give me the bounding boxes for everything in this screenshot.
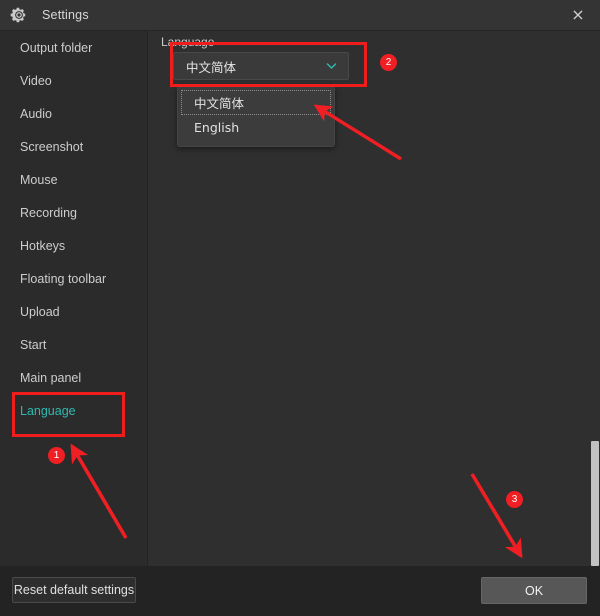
sidebar-item-label: Recording bbox=[20, 205, 77, 220]
sidebar-item-label: Audio bbox=[20, 106, 52, 121]
chevron-down-icon bbox=[326, 63, 337, 69]
sidebar-item-screenshot[interactable]: Screenshot bbox=[0, 130, 147, 163]
sidebar-item-label: Upload bbox=[20, 304, 60, 319]
settings-content-panel: Language 中文简体 中文简体 English bbox=[148, 31, 600, 566]
sidebar-item-language[interactable]: Language bbox=[0, 394, 147, 427]
ok-button[interactable]: OK bbox=[481, 577, 587, 604]
sidebar-item-label: Main panel bbox=[20, 370, 82, 385]
language-combobox-value: 中文简体 bbox=[186, 59, 237, 75]
sidebar-item-label: Mouse bbox=[20, 172, 58, 187]
content-scrollbar-thumb[interactable] bbox=[591, 441, 599, 566]
sidebar-item-video[interactable]: Video bbox=[0, 64, 147, 97]
sidebar-item-label: Hotkeys bbox=[20, 238, 66, 253]
language-field-label: Language bbox=[161, 35, 215, 49]
sidebar-item-start[interactable]: Start bbox=[0, 328, 147, 361]
window-title: Settings bbox=[42, 8, 89, 22]
sidebar-item-recording[interactable]: Recording bbox=[0, 196, 147, 229]
dropdown-option-english[interactable]: English bbox=[181, 115, 331, 140]
reset-default-settings-button[interactable]: Reset default settings bbox=[12, 577, 136, 603]
sidebar-item-label: Start bbox=[20, 337, 47, 352]
sidebar-item-label: Language bbox=[20, 403, 76, 418]
dropdown-option-zh[interactable]: 中文简体 bbox=[181, 90, 331, 115]
gear-icon bbox=[10, 7, 26, 23]
sidebar-item-output-folder[interactable]: Output folder bbox=[0, 31, 147, 64]
settings-window: Settings × Output folder Video Audio Scr… bbox=[0, 0, 600, 616]
sidebar-item-floating-toolbar[interactable]: Floating toolbar bbox=[0, 262, 147, 295]
sidebar-item-label: Output folder bbox=[20, 40, 93, 55]
sidebar-item-mouse[interactable]: Mouse bbox=[0, 163, 147, 196]
footer-bar: Reset default settings OK bbox=[0, 566, 600, 616]
dropdown-option-label: English bbox=[194, 120, 240, 135]
language-dropdown-list: 中文简体 English bbox=[177, 85, 335, 147]
sidebar-item-upload[interactable]: Upload bbox=[0, 295, 147, 328]
sidebar-item-label: Video bbox=[20, 73, 52, 88]
language-combobox[interactable]: 中文简体 bbox=[173, 52, 349, 80]
content-scrollbar-track[interactable] bbox=[590, 31, 600, 566]
sidebar-item-hotkeys[interactable]: Hotkeys bbox=[0, 229, 147, 262]
sidebar-item-audio[interactable]: Audio bbox=[0, 97, 147, 130]
close-icon[interactable]: × bbox=[556, 0, 600, 30]
sidebar-item-label: Floating toolbar bbox=[20, 271, 107, 286]
title-bar: Settings × bbox=[0, 0, 600, 31]
sidebar: Output folder Video Audio Screenshot Mou… bbox=[0, 31, 148, 566]
dropdown-option-label: 中文简体 bbox=[194, 96, 245, 111]
sidebar-item-label: Screenshot bbox=[20, 139, 84, 154]
sidebar-item-main-panel[interactable]: Main panel bbox=[0, 361, 147, 394]
